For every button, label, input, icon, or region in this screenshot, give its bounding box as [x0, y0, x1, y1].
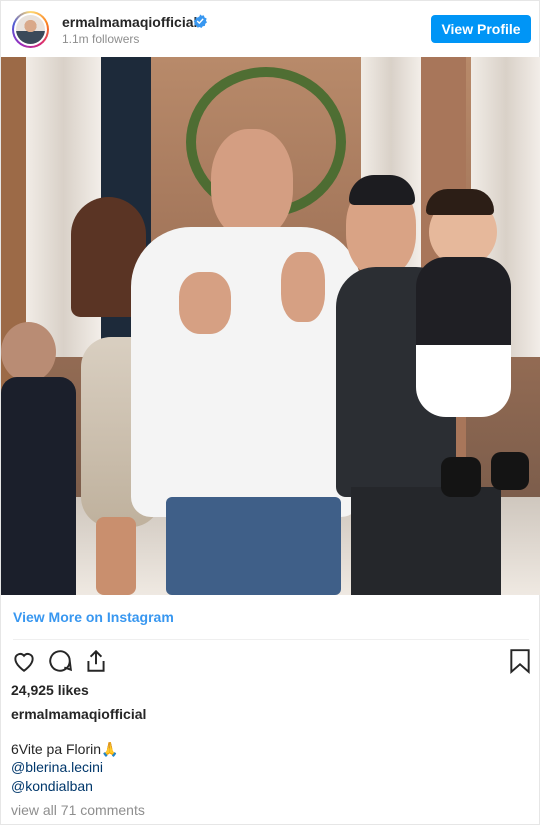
baby-outfit — [416, 257, 511, 417]
legs — [96, 517, 136, 595]
baby-hair — [426, 189, 494, 215]
view-profile-button[interactable]: View Profile — [431, 15, 531, 43]
jeans — [166, 497, 341, 595]
hair — [349, 175, 415, 205]
instagram-embed-card: ermalmamaqiofficial 1.1m followers View … — [0, 0, 540, 825]
divider — [13, 639, 529, 640]
caption-username[interactable]: ermalmamaqiofficial — [11, 706, 146, 722]
follower-count: 1.1m followers — [62, 32, 140, 46]
profile-avatar[interactable] — [12, 11, 49, 48]
post-header: ermalmamaqiofficial 1.1m followers View … — [1, 1, 540, 57]
heart-icon[interactable] — [11, 648, 37, 674]
verified-badge-icon — [193, 14, 207, 28]
hand — [179, 272, 231, 334]
caption-text: 6Vite pa Florin🙏 — [11, 741, 119, 757]
white-shirt — [131, 227, 361, 517]
view-more-link[interactable]: View More on Instagram — [13, 609, 174, 625]
man-head — [211, 129, 293, 239]
trousers — [351, 487, 501, 595]
guest-head — [1, 322, 56, 382]
post-photo[interactable] — [1, 57, 540, 595]
comment-icon[interactable] — [47, 648, 73, 674]
guest-suit — [1, 377, 76, 595]
share-icon[interactable] — [83, 648, 109, 674]
hand — [281, 252, 325, 322]
like-count[interactable]: 24,925 likes — [11, 682, 89, 698]
baby-shoe — [491, 452, 529, 490]
mention-link[interactable]: @blerina.lecini — [11, 759, 103, 775]
baby-shoe — [441, 457, 481, 497]
mention-link[interactable]: @kondialban — [11, 778, 93, 794]
view-comments-link[interactable]: view all 71 comments — [11, 802, 145, 818]
avatar-image — [16, 15, 45, 44]
avatar-frame — [14, 13, 47, 46]
header-username[interactable]: ermalmamaqiofficial — [62, 14, 197, 30]
bookmark-icon[interactable] — [507, 648, 533, 674]
